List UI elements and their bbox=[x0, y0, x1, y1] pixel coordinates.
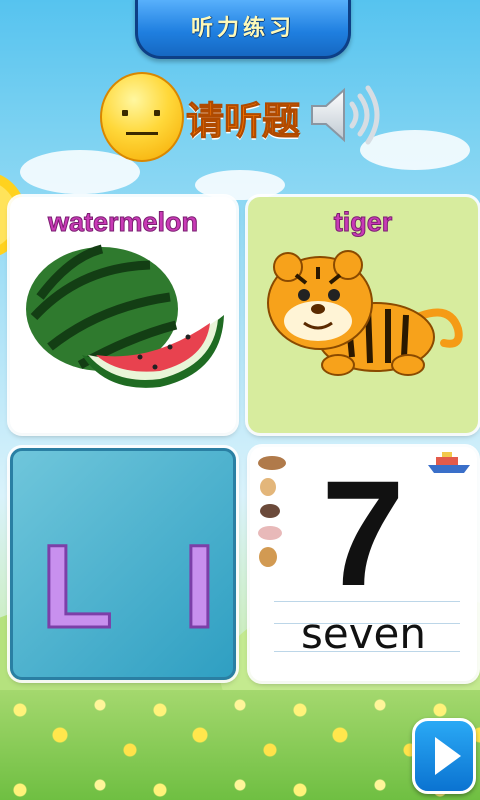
digit-seven: 7 bbox=[321, 467, 404, 597]
answer-card-tiger[interactable]: tiger bbox=[248, 197, 478, 433]
play-next-icon bbox=[435, 737, 461, 775]
face-right-eye bbox=[154, 110, 160, 116]
letters-image: L I bbox=[40, 520, 218, 640]
face-mouth bbox=[126, 132, 158, 135]
cloud bbox=[195, 170, 285, 200]
title-tab: 听力练习 bbox=[135, 0, 351, 59]
svg-text:7: 7 bbox=[321, 467, 404, 597]
speaker-icon[interactable] bbox=[308, 84, 382, 146]
answer-card-letters[interactable]: L I bbox=[10, 448, 236, 680]
word-seven: seven bbox=[300, 609, 427, 658]
letter-l: L bbox=[41, 521, 113, 639]
flower-field bbox=[0, 690, 480, 800]
answer-card-seven[interactable]: 7 seven bbox=[250, 447, 477, 681]
letter-i: I bbox=[183, 521, 216, 639]
tiger-image bbox=[267, 250, 463, 376]
next-button[interactable] bbox=[412, 718, 476, 794]
neutral-face-icon bbox=[100, 72, 184, 162]
listening-practice-screen: 听力练习 请听题 watermelon tiger L I 7 seven bbox=[0, 0, 480, 800]
watermelon-image bbox=[26, 244, 224, 388]
answer-card-watermelon[interactable]: watermelon bbox=[10, 197, 236, 433]
screen-title: 听力练习 bbox=[190, 16, 295, 41]
listen-prompt: 请听题 bbox=[185, 99, 301, 144]
face-left-eye bbox=[122, 110, 128, 116]
ruled-line bbox=[274, 601, 460, 602]
